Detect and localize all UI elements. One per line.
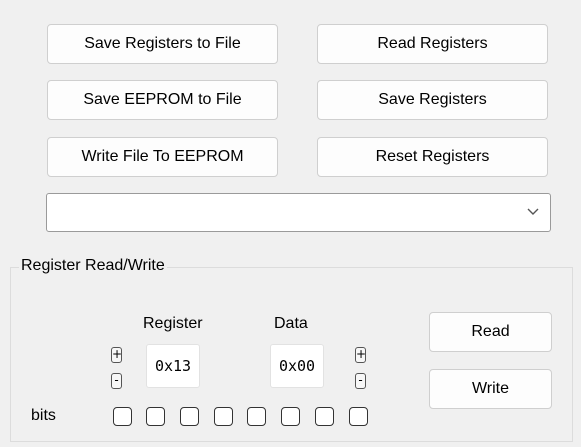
save-registers-to-file-button[interactable]: Save Registers to File: [47, 24, 278, 64]
bit-checkbox-7[interactable]: [113, 407, 132, 426]
save-eeprom-to-file-button[interactable]: Save EEPROM to File: [47, 80, 278, 120]
bit-checkbox-4[interactable]: [214, 407, 233, 426]
bit-checkbox-6[interactable]: [146, 407, 165, 426]
register-combo-box[interactable]: [46, 193, 551, 232]
bits-label: bits: [31, 407, 56, 424]
group-legend: Register Read/Write: [19, 257, 167, 275]
register-input[interactable]: 0x13: [146, 344, 200, 388]
read-button[interactable]: Read: [429, 312, 552, 352]
bit-checkbox-0[interactable]: [349, 407, 368, 426]
reset-registers-button[interactable]: Reset Registers: [317, 137, 548, 177]
register-label: Register: [143, 315, 203, 332]
write-file-to-eeprom-button[interactable]: Write File To EEPROM: [47, 137, 278, 177]
data-increment-button[interactable]: +: [355, 347, 366, 363]
register-decrement-button[interactable]: -: [111, 373, 122, 389]
bit-checkbox-5[interactable]: [180, 407, 199, 426]
read-registers-button[interactable]: Read Registers: [317, 24, 548, 64]
bit-checkbox-1[interactable]: [315, 407, 334, 426]
register-increment-button[interactable]: +: [111, 347, 122, 363]
data-decrement-button[interactable]: -: [355, 373, 366, 389]
save-registers-button[interactable]: Save Registers: [317, 80, 548, 120]
data-input[interactable]: 0x00: [270, 344, 324, 388]
chevron-down-icon[interactable]: [526, 204, 540, 218]
data-label: Data: [274, 315, 308, 332]
write-button[interactable]: Write: [429, 369, 552, 409]
bit-checkbox-2[interactable]: [281, 407, 300, 426]
bit-checkbox-3[interactable]: [247, 407, 266, 426]
